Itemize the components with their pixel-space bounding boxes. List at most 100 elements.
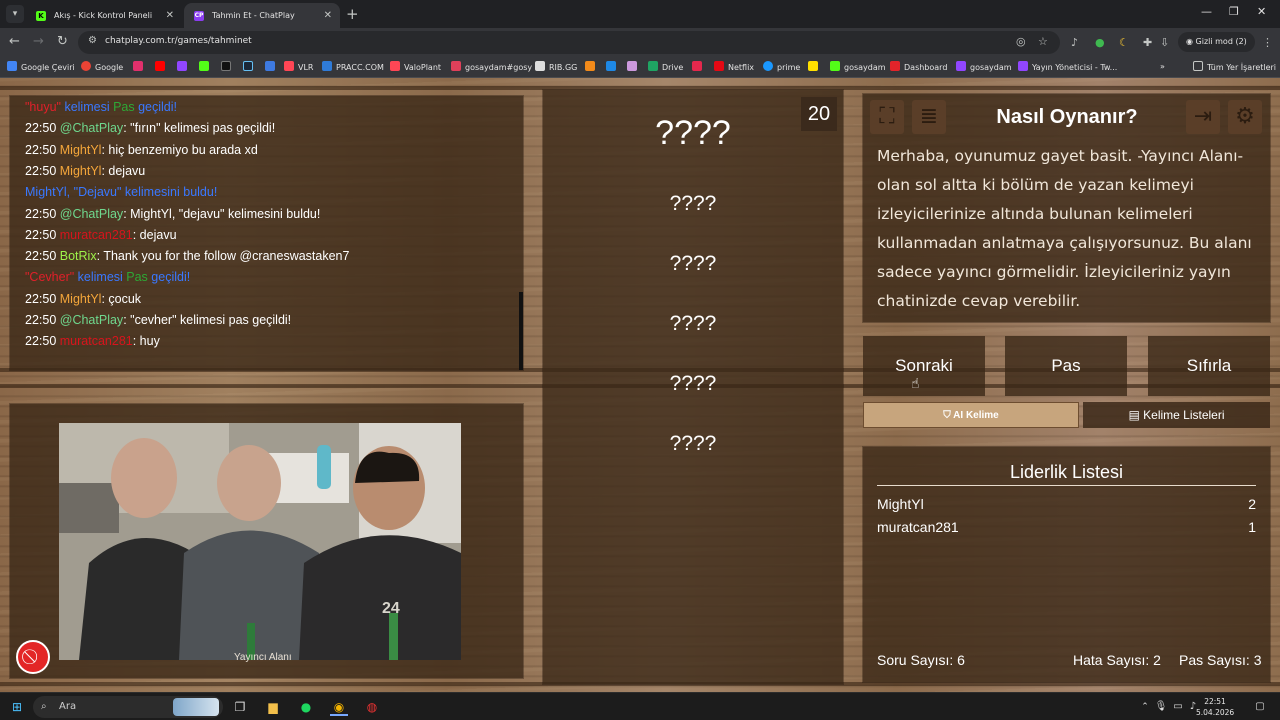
extension-icon[interactable]: ● [1095,36,1105,49]
windows-start-icon[interactable]: ⊞ [8,698,26,716]
moon-icon[interactable]: ☾ [1119,36,1129,49]
word-lists-label: Kelime Listeleri [1143,408,1225,422]
taskbar-search[interactable]: ⌕ Ara [33,696,223,718]
reset-button[interactable]: Sıfırla [1148,336,1270,396]
bookmark[interactable] [692,61,706,73]
chat-time: 22:50 [25,291,60,306]
bookmark[interactable] [133,61,147,73]
bookmark[interactable]: VLR [284,61,314,73]
restore-icon[interactable]: ❐ [1229,5,1239,18]
chat-message: 22:50 @ChatPlay: MightYl, "dejavu" kelim… [25,207,320,221]
chat-text: kelimesi [74,270,127,285]
tracker-icon [451,61,461,71]
bookmark[interactable]: RIB.GG [535,61,577,73]
bookmark[interactable] [199,61,213,73]
chat-time: 22:50 [25,142,60,157]
bookmark-label: Tüm Yer İşaretleri [1207,63,1277,72]
bookmark[interactable]: gosaydam [956,61,1012,73]
pass-button[interactable]: Pas [1005,336,1127,396]
bookmark[interactable]: PRACC.COM [322,61,384,73]
vlr-icon [284,61,294,71]
bookmark[interactable] [627,61,641,73]
notes-icon[interactable]: ≣ [912,100,946,134]
bookmark-star-icon[interactable]: ☆ [1038,35,1048,48]
minimize-icon[interactable]: — [1201,5,1212,18]
app-icon[interactable]: ◍ [363,698,381,716]
bookmark-label: RIB.GG [549,63,578,72]
forward-icon[interactable]: → [33,33,44,51]
bookmark[interactable] [155,61,169,73]
word-lists-button[interactable]: ▤ Kelime Listeleri [1083,402,1270,428]
bookmark[interactable] [265,61,279,73]
steam-icon [243,61,253,71]
bookmark[interactable]: Google Çeviri [7,61,75,73]
bookmark[interactable]: gosaydam [830,61,886,73]
bookmark-label: gosaydam#gosy [465,63,533,72]
leaderboard-row: MightYl 2 [877,496,1256,516]
chat-name: MightYl [59,291,102,306]
bookmark[interactable] [243,61,257,73]
bookmark[interactable] [585,61,599,73]
chat-time: 22:50 [25,249,60,264]
error-count: Hata Sayısı: 2 [1073,652,1161,668]
address-bar[interactable]: ⚙ chatplay.com.tr/games/tahminet ◎ ☆ [78,31,1060,54]
site-info-icon[interactable]: ⚙ [88,35,97,46]
download-icon[interactable]: ⇩ [1160,36,1169,49]
bookmark-label: prime [777,63,801,72]
chat-scrollbar[interactable] [519,292,523,370]
next-button[interactable]: Sonraki [863,336,985,396]
ai-word-button[interactable]: ⛉ AI Kelime [863,402,1079,428]
taskbar-clock[interactable]: 22:51 5.04.2026 [1196,696,1234,718]
bookmark[interactable]: Netflix [714,61,754,73]
task-view-icon[interactable]: ❐ [231,698,249,716]
chat-text: : Thank you for the follow @craneswastak… [96,249,350,264]
eye-off-icon[interactable]: ◎ [1016,35,1026,48]
fullscreen-icon[interactable]: ⛶ [870,100,904,134]
spotify-icon[interactable]: ● [297,698,315,716]
all-bookmarks[interactable]: Tüm Yer İşaretleri [1193,61,1276,73]
reload-icon[interactable]: ↻ [57,33,68,51]
tab-search-icon[interactable]: ▾ [6,5,24,23]
bookmark[interactable]: ValoPlant [390,61,441,73]
forbidden-word: ???? [669,192,717,215]
file-explorer-icon[interactable]: ▆ [264,698,282,716]
new-tab-button[interactable]: + [346,5,359,23]
incognito-badge[interactable]: ◉ Gizli mod (2) [1178,32,1255,52]
bookmark[interactable] [808,61,822,73]
valoplant-icon [390,61,400,71]
close-icon[interactable]: ✕ [166,3,174,28]
bookmark[interactable] [221,61,235,73]
bookmark-icon [606,61,616,71]
tab-chatplay[interactable]: CP Tahmin Et - ChatPlay ✕ [184,3,340,28]
bookmark[interactable] [606,61,620,73]
settings-gear-icon[interactable]: ⚙ [1228,100,1262,134]
chat-message: "huyu" kelimesi Pas geçildi! [25,100,177,114]
bookmarks-bar: Google Çeviri Google VLR PRACC.COM ValoP… [0,56,1280,78]
speaker-icon[interactable]: ♪ [1071,36,1078,49]
forbidden-word: ???? [669,432,717,455]
chat-time: 22:50 [25,206,60,221]
menu-icon[interactable]: ⋮ [1262,36,1273,49]
chrome-icon[interactable]: ◉ [330,698,348,716]
tab-kick[interactable]: K Akış - Kick Kontrol Paneli ✕ [26,3,182,28]
notification-icon[interactable]: ▢ [1251,698,1269,716]
close-icon[interactable]: ✕ [324,3,332,28]
bookmark[interactable]: Dashboard [890,61,947,73]
bookmark[interactable]: prime [763,61,800,73]
bookmark[interactable]: Yayın Yöneticisi - Tw... [1018,61,1117,73]
block-button[interactable]: ⃠ [16,640,50,674]
puzzle-icon[interactable]: ✚ [1143,36,1152,49]
back-icon[interactable]: ← [9,33,20,51]
pass-count: Pas Sayısı: 3 [1179,652,1262,668]
close-window-icon[interactable]: ✕ [1257,5,1266,18]
microphone-icon[interactable]: 🎙 [1152,698,1170,716]
drive-icon [648,61,658,71]
bookmark[interactable]: Drive [648,61,683,73]
chat-time: 22:50 [25,163,60,178]
bookmark[interactable] [177,61,191,73]
more-bookmarks-icon[interactable]: » [1160,61,1165,72]
bookmark[interactable]: gosaydam#gosy [451,61,532,73]
bookmark[interactable]: Google [81,61,123,73]
url-text[interactable]: chatplay.com.tr/games/tahminet [105,36,252,46]
logout-icon[interactable]: ⇥ [1186,100,1220,134]
